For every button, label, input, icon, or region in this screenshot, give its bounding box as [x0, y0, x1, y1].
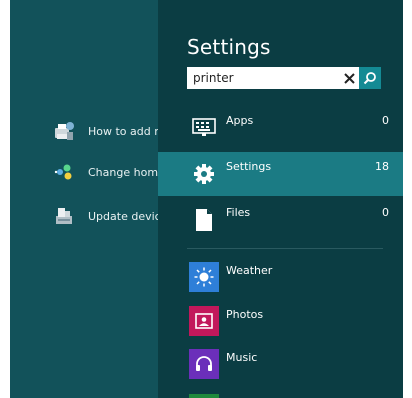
app-weather[interactable]: Weather [158, 258, 403, 296]
homegroup-icon [53, 161, 75, 183]
category-label: Files [226, 206, 251, 219]
start-screen: How to add n Change home Update device S… [10, 0, 403, 398]
devices-printers-icon [53, 120, 75, 142]
search-result-label: How to add n [88, 124, 162, 138]
search-icon [363, 72, 376, 85]
search-box [187, 67, 381, 89]
app-tile-partial[interactable] [189, 394, 219, 398]
close-icon [343, 72, 355, 84]
sun-icon [189, 262, 219, 292]
photo-icon [189, 306, 219, 336]
search-result-homegroup[interactable]: Change home [53, 157, 163, 187]
category-label: Apps [226, 114, 254, 127]
pane-title: Settings [187, 35, 271, 59]
search-result-add-printer[interactable]: How to add n [53, 116, 163, 146]
app-photos[interactable]: Photos [158, 302, 403, 340]
search-input[interactable] [187, 68, 333, 88]
category-files[interactable]: Files 0 [158, 198, 403, 242]
category-count: 18 [375, 160, 389, 173]
search-result-update-device[interactable]: Update device [53, 201, 163, 231]
category-count: 0 [382, 206, 389, 219]
gear-icon [189, 159, 219, 189]
search-button[interactable] [359, 67, 381, 89]
app-label: Photos [226, 308, 264, 321]
app-music[interactable]: Music [158, 345, 403, 383]
search-pane: Settings printer Apps 0 Settings 18 File… [158, 0, 403, 398]
category-label: Settings [226, 160, 272, 173]
app-label: Music [226, 351, 258, 364]
clear-search-button[interactable] [339, 67, 359, 89]
category-apps[interactable]: Apps 0 [158, 106, 403, 150]
apps-keyboard-icon [189, 113, 219, 143]
file-icon [189, 205, 219, 235]
divider [187, 248, 383, 249]
search-result-label: Update device [88, 209, 163, 223]
headphones-icon [189, 349, 219, 379]
category-count: 0 [382, 114, 389, 127]
search-result-label: Change home [88, 165, 163, 179]
app-label: Weather [226, 264, 273, 277]
device-manager-icon [53, 205, 75, 227]
category-settings[interactable]: Settings 18 [158, 152, 403, 196]
